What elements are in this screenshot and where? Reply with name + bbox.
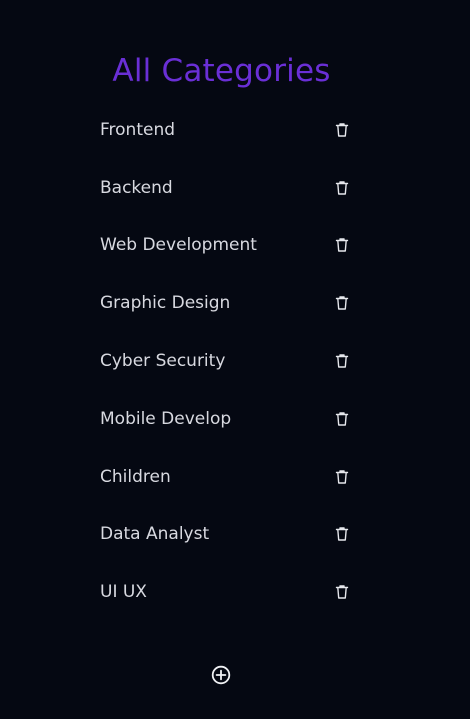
category-row: Graphic Design [100,274,360,332]
trash-icon[interactable] [335,122,349,137]
category-row: Web Development [100,217,360,275]
category-label: Data Analyst [100,524,210,545]
add-category-icon[interactable] [211,665,231,685]
category-label: Frontend [100,119,176,140]
trash-icon[interactable] [335,469,349,484]
trash-icon[interactable] [335,585,349,600]
category-row: UI UX [100,563,360,621]
trash-icon[interactable] [335,354,349,369]
category-label: Cyber Security [100,351,226,372]
category-label: Backend [100,177,173,198]
trash-icon[interactable] [335,527,349,542]
page-title: All Categories [112,52,331,89]
category-row: Data Analyst [100,506,360,564]
category-label: Children [100,466,171,487]
trash-icon[interactable] [335,411,349,426]
category-label: Mobile Develop [100,408,232,429]
category-label: Web Development [100,235,257,256]
category-row: Mobile Develop [100,390,360,448]
category-list: Frontend Backend Web Development Graphic… [100,101,360,621]
category-row: Frontend [100,101,360,159]
category-label: UI UX [100,582,147,603]
category-row: Backend [100,159,360,217]
trash-icon[interactable] [335,296,349,311]
trash-icon[interactable] [335,180,349,195]
category-label: Graphic Design [100,293,231,314]
category-row: Children [100,448,360,506]
category-row: Cyber Security [100,332,360,390]
trash-icon[interactable] [335,238,349,253]
